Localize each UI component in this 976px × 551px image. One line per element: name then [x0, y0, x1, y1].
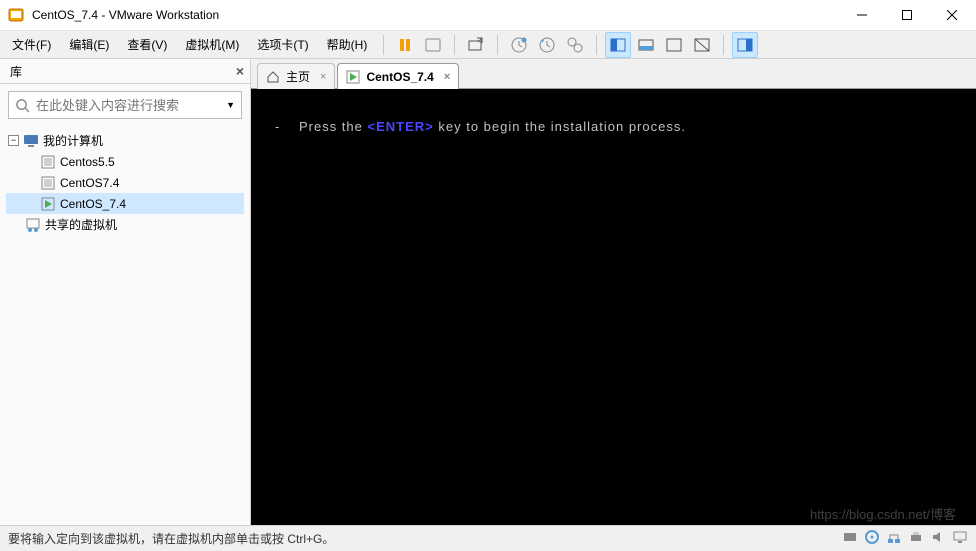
- separator: [497, 35, 498, 55]
- manage-snapshots-button[interactable]: [562, 32, 588, 58]
- maximize-button[interactable]: [884, 1, 929, 30]
- display-icon[interactable]: [952, 529, 968, 548]
- separator: [383, 35, 384, 55]
- status-text: 要将输入定向到该虚拟机，请在虚拟机内部单击或按 Ctrl+G。: [8, 530, 334, 547]
- search-dropdown-icon[interactable]: ▼: [226, 100, 235, 110]
- tree-root-label: 我的计算机: [43, 132, 103, 149]
- tab-close-icon[interactable]: ×: [444, 71, 450, 83]
- library-search[interactable]: ▼: [8, 91, 242, 119]
- window-controls: [839, 1, 974, 30]
- separator: [723, 35, 724, 55]
- cd-icon[interactable]: [864, 529, 880, 548]
- tree-shared-label: 共享的虚拟机: [45, 216, 117, 233]
- menu-file[interactable]: 文件(F): [4, 32, 59, 57]
- menu-vm[interactable]: 虚拟机(M): [177, 32, 247, 57]
- revert-snapshot-button[interactable]: [534, 32, 560, 58]
- tree-item-vm-selected[interactable]: CentOS_7.4: [6, 193, 244, 214]
- tab-close-icon[interactable]: ×: [320, 71, 326, 83]
- fullscreen-button[interactable]: [661, 32, 687, 58]
- tree-root-shared[interactable]: 共享的虚拟机: [6, 214, 244, 235]
- tab-vm[interactable]: CentOS_7.4 ×: [337, 63, 459, 89]
- thumbnail-bar-button[interactable]: [732, 32, 758, 58]
- unity-button[interactable]: [689, 32, 715, 58]
- separator: [454, 35, 455, 55]
- menu-help[interactable]: 帮助(H): [319, 32, 376, 57]
- vm-console[interactable]: - Press the <ENTER> key to begin the ins…: [251, 89, 976, 525]
- tab-bar: 主页 × CentOS_7.4 ×: [251, 59, 976, 89]
- quick-switch-button[interactable]: [633, 32, 659, 58]
- tree-item-vm[interactable]: Centos5.5: [6, 151, 244, 172]
- show-console-button[interactable]: [605, 32, 631, 58]
- close-button[interactable]: [929, 1, 974, 30]
- home-icon: [266, 70, 280, 84]
- tree-item-label: CentOS7.4: [60, 176, 119, 190]
- separator: [596, 35, 597, 55]
- menu-bar: 文件(F) 编辑(E) 查看(V) 虚拟机(M) 选项卡(T) 帮助(H): [0, 31, 976, 59]
- printer-icon[interactable]: [908, 529, 924, 548]
- window-title: CentOS_7.4 - VMware Workstation: [32, 8, 839, 22]
- title-bar: CentOS_7.4 - VMware Workstation: [0, 0, 976, 31]
- library-tree: − 我的计算机 Centos5.5 CentOS7.4 CentOS_7.4 共…: [0, 126, 250, 239]
- tree-item-label: CentOS_7.4: [60, 197, 126, 211]
- minimize-button[interactable]: [839, 1, 884, 30]
- sound-icon[interactable]: [930, 529, 946, 548]
- snapshot-button[interactable]: [506, 32, 532, 58]
- tree-collapse-icon[interactable]: −: [8, 135, 19, 146]
- shared-vm-icon: [25, 217, 41, 233]
- content-area: 主页 × CentOS_7.4 × - Press the <ENTER> ke…: [251, 59, 976, 525]
- tree-root-my-computer[interactable]: − 我的计算机: [6, 130, 244, 151]
- library-sidebar: 库 × ▼ − 我的计算机 Centos5.5 CentOS7.4: [0, 59, 251, 525]
- vm-running-icon: [346, 70, 360, 84]
- pause-button[interactable]: [392, 32, 418, 58]
- console-text: - Press the <ENTER> key to begin the ins…: [275, 119, 952, 134]
- tree-item-vm[interactable]: CentOS7.4: [6, 172, 244, 193]
- menu-view[interactable]: 查看(V): [119, 32, 175, 57]
- send-ctrl-alt-del-button[interactable]: [463, 32, 489, 58]
- search-input[interactable]: [36, 98, 226, 113]
- network-icon[interactable]: [886, 529, 902, 548]
- monitor-icon: [23, 133, 39, 149]
- sidebar-title: 库: [10, 63, 22, 80]
- sidebar-close-button[interactable]: ×: [236, 63, 244, 79]
- app-icon: [8, 7, 24, 23]
- tab-vm-label: CentOS_7.4: [366, 70, 433, 84]
- tab-home[interactable]: 主页 ×: [257, 63, 335, 89]
- search-icon: [15, 98, 30, 113]
- menu-tabs[interactable]: 选项卡(T): [249, 32, 316, 57]
- power-button[interactable]: [420, 32, 446, 58]
- disk-icon[interactable]: [842, 529, 858, 548]
- vm-running-icon: [40, 196, 56, 212]
- menu-edit[interactable]: 编辑(E): [61, 32, 117, 57]
- vm-icon: [40, 175, 56, 191]
- vm-icon: [40, 154, 56, 170]
- tree-item-label: Centos5.5: [60, 155, 115, 169]
- status-device-icons: [842, 529, 968, 548]
- tab-home-label: 主页: [286, 68, 310, 85]
- sidebar-header: 库 ×: [0, 59, 250, 84]
- status-bar: 要将输入定向到该虚拟机，请在虚拟机内部单击或按 Ctrl+G。: [0, 525, 976, 551]
